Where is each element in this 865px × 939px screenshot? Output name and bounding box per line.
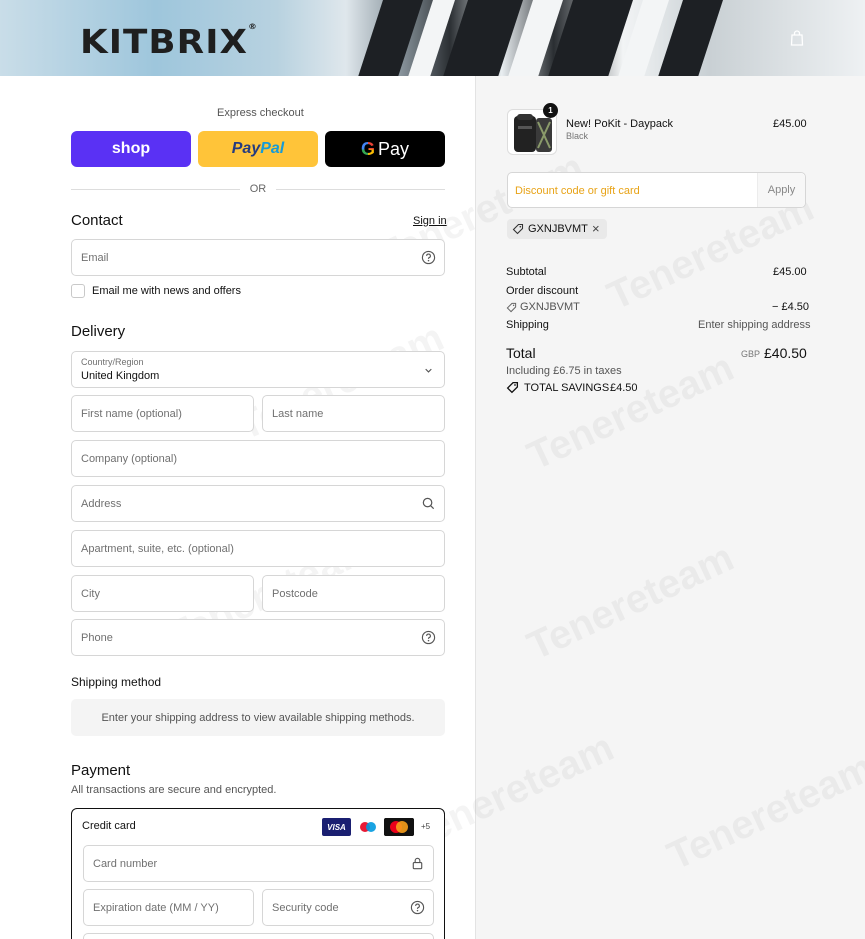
- first-name-placeholder: First name (optional): [81, 408, 182, 420]
- mastercard-icon: [384, 818, 414, 836]
- country-select[interactable]: Country/Region United Kingdom: [71, 351, 445, 388]
- shop-pay-button[interactable]: shop: [71, 131, 191, 167]
- phone-placeholder: Phone: [81, 632, 113, 644]
- address-field[interactable]: Address: [71, 485, 445, 522]
- more-cards-count: +5: [421, 822, 431, 831]
- newsletter-label: Email me with news and offers: [92, 285, 241, 297]
- subtotal-label: Subtotal: [506, 266, 547, 278]
- product-name: New! PoKit - Daypack: [566, 118, 673, 130]
- apartment-field[interactable]: Apartment, suite, etc. (optional): [71, 530, 445, 567]
- paypal-label-pal: Pal: [260, 140, 285, 157]
- first-name-field[interactable]: First name (optional): [71, 395, 254, 432]
- subtotal-value: £45.00: [773, 266, 807, 278]
- sign-in-link[interactable]: Sign in: [413, 215, 447, 227]
- or-separator: OR: [249, 183, 267, 195]
- last-name-placeholder: Last name: [272, 408, 324, 420]
- discount-placeholder: Discount code or gift card: [515, 185, 640, 197]
- chevron-down-icon: [425, 368, 432, 373]
- maestro-icon: [360, 822, 376, 832]
- country-label: Country/Region: [81, 357, 144, 367]
- shipping-method-placeholder: Enter your shipping address to view avai…: [71, 699, 445, 736]
- postcode-field[interactable]: Postcode: [262, 575, 445, 612]
- address-placeholder: Address: [81, 498, 122, 510]
- paypal-button[interactable]: Pay Pal: [198, 131, 318, 167]
- discount-value: − £4.50: [772, 301, 810, 313]
- logo-text: KITBRIX: [80, 22, 249, 61]
- savings-tag-icon: [506, 381, 519, 394]
- quantity-badge: 1: [543, 103, 558, 118]
- total-value: £40.50: [764, 345, 807, 361]
- apply-discount-button[interactable]: Apply: [757, 173, 805, 207]
- last-name-field[interactable]: Last name: [262, 395, 445, 432]
- credit-card-label: Credit card: [82, 820, 136, 832]
- shipping-method-title: Shipping method: [71, 675, 162, 689]
- lock-icon: [412, 857, 423, 870]
- question-circle-icon[interactable]: [421, 630, 436, 645]
- applied-code: GXNJBVMT: [528, 223, 588, 235]
- applied-discount-chip: GXNJBVMT ×: [507, 219, 607, 239]
- card-number-field[interactable]: Card number: [83, 845, 434, 882]
- payment-title: Payment: [71, 762, 131, 779]
- search-icon: [422, 497, 435, 510]
- shipping-value: Enter shipping address: [698, 319, 811, 331]
- name-on-card-field[interactable]: [83, 933, 434, 939]
- expiration-field[interactable]: Expiration date (MM / YY): [83, 889, 254, 926]
- company-field[interactable]: Company (optional): [71, 440, 445, 477]
- google-pay-label: Pay: [377, 138, 410, 159]
- google-pay-button[interactable]: G Pay: [325, 131, 445, 167]
- security-code-placeholder: Security code: [272, 902, 339, 914]
- payment-subtitle: All transactions are secure and encrypte…: [71, 784, 277, 796]
- total-savings-label: TOTAL SAVINGS: [524, 382, 610, 394]
- discount-code-input[interactable]: Discount code or gift card Apply: [507, 172, 806, 208]
- discount-code-label: GXNJBVMT: [520, 301, 580, 313]
- phone-field[interactable]: Phone: [71, 619, 445, 656]
- remove-discount-icon[interactable]: ×: [592, 221, 600, 236]
- city-field[interactable]: City: [71, 575, 254, 612]
- product-variant: Black: [566, 131, 589, 141]
- store-header: KITBRIX®: [0, 0, 865, 76]
- country-value: United Kingdom: [81, 370, 160, 382]
- total-savings-value: £4.50: [610, 382, 638, 394]
- shipping-label: Shipping: [506, 319, 549, 331]
- email-placeholder: Email: [81, 252, 109, 264]
- delivery-title: Delivery: [71, 323, 126, 340]
- tag-icon: [506, 302, 517, 313]
- city-placeholder: City: [81, 588, 100, 600]
- divider-right: [276, 189, 445, 190]
- divider-left: [71, 189, 240, 190]
- visa-icon: VISA: [322, 818, 351, 836]
- visa-label: VISA: [327, 822, 346, 832]
- taxes-note: Including £6.75 in taxes: [506, 365, 622, 377]
- shopping-bag-icon[interactable]: [790, 30, 804, 46]
- expiration-placeholder: Expiration date (MM / YY): [93, 902, 219, 914]
- paypal-label-pay: Pay: [231, 140, 261, 157]
- security-code-field[interactable]: Security code: [262, 889, 434, 926]
- postcode-placeholder: Postcode: [272, 588, 318, 600]
- tag-icon: [512, 223, 524, 235]
- apartment-placeholder: Apartment, suite, etc. (optional): [81, 543, 234, 555]
- shipping-method-message: Enter your shipping address to view avai…: [101, 711, 415, 724]
- total-label: Total: [506, 345, 536, 361]
- newsletter-checkbox[interactable]: [71, 284, 85, 298]
- product-price: £45.00: [773, 118, 807, 130]
- google-g-icon: G: [360, 138, 375, 159]
- currency-code: GBP: [741, 349, 761, 359]
- store-logo[interactable]: KITBRIX®: [80, 22, 258, 61]
- express-checkout-title: Express checkout: [217, 107, 304, 119]
- question-circle-icon[interactable]: [410, 900, 425, 915]
- email-field[interactable]: Email: [71, 239, 445, 276]
- question-circle-icon[interactable]: [421, 250, 436, 265]
- shop-pay-label: shop: [111, 140, 151, 157]
- order-discount-label: Order discount: [506, 285, 579, 297]
- contact-title: Contact: [71, 212, 123, 229]
- card-number-placeholder: Card number: [93, 858, 158, 870]
- company-placeholder: Company (optional): [81, 453, 177, 465]
